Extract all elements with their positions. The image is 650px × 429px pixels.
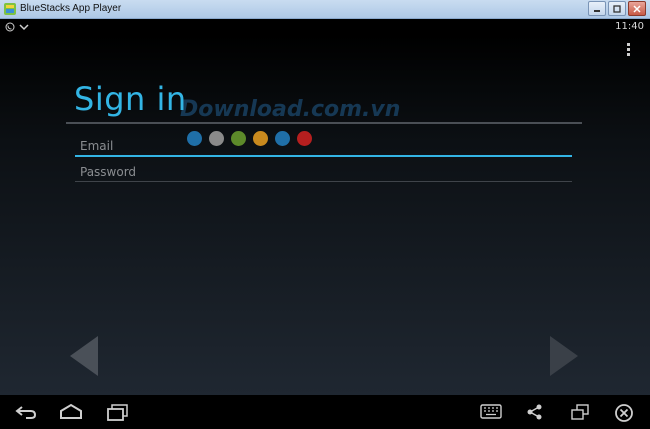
multi-window-icon[interactable] (570, 403, 590, 421)
close-icon (633, 4, 641, 13)
minimize-button[interactable] (588, 1, 606, 16)
close-circle-icon[interactable] (614, 403, 634, 423)
page-title: Sign in (74, 80, 187, 118)
android-status-bar: 11:40 (0, 19, 650, 35)
bluestacks-logo-icon (4, 3, 16, 15)
previous-arrow-icon[interactable] (68, 335, 100, 377)
signin-screen: Download.com.vn Sign in (0, 35, 650, 395)
back-icon[interactable] (14, 403, 38, 421)
status-clock: 11:40 (615, 21, 644, 32)
android-nav-bar (0, 395, 650, 429)
watermark-logo: Download.com.vn (180, 97, 401, 122)
overflow-menu-icon[interactable] (626, 43, 632, 59)
keyboard-icon[interactable] (480, 404, 502, 420)
home-icon[interactable] (58, 403, 84, 421)
email-field[interactable] (75, 137, 572, 157)
recent-apps-icon[interactable] (105, 403, 129, 421)
close-window-button[interactable] (628, 1, 646, 16)
notification-download-icon (19, 24, 29, 31)
title-divider (66, 122, 582, 124)
notification-phone-icon (5, 22, 15, 32)
minimize-icon (594, 9, 600, 12)
share-icon[interactable] (526, 403, 544, 421)
maximize-button[interactable] (608, 1, 626, 16)
window-title-bar[interactable]: BlueStacks App Player (0, 0, 650, 19)
maximize-icon (613, 4, 621, 13)
password-field[interactable] (75, 162, 572, 182)
window-title: BlueStacks App Player (20, 3, 122, 14)
next-arrow-icon[interactable] (548, 335, 580, 377)
